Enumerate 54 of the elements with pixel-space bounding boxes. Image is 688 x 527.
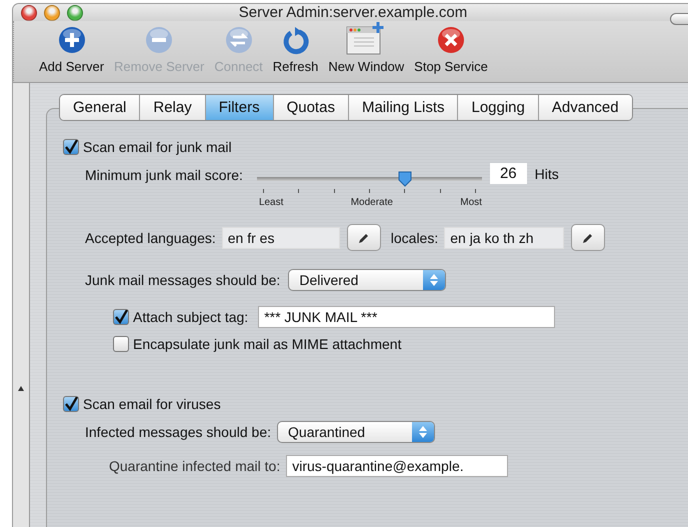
checkbox-label: Attach subject tag:: [133, 309, 248, 325]
tick-label: Most: [460, 197, 482, 208]
quarantine-label: Quarantine infected mail to:: [109, 458, 280, 474]
edit-button[interactable]: [571, 224, 606, 251]
languages-label: Accepted languages:: [85, 230, 216, 246]
score-label: Minimum junk mail score:: [85, 167, 243, 183]
stepper-icon: [412, 422, 434, 442]
collapse-icon[interactable]: [18, 386, 24, 391]
slider-thumb[interactable]: [398, 171, 412, 187]
unit-label: Hits: [534, 166, 559, 182]
disposition-popup[interactable]: Delivered: [288, 269, 446, 291]
tab[interactable]: General: [60, 95, 140, 120]
tab[interactable]: Relay: [140, 95, 206, 120]
new-window-icon: [346, 21, 386, 55]
refresh-icon: [280, 25, 311, 55]
tab[interactable]: Advanced: [538, 95, 632, 120]
tab[interactable]: Logging: [458, 95, 539, 120]
pencil-icon: [582, 232, 594, 244]
disposition-label: Junk mail messages should be:: [85, 272, 280, 288]
locales-label: locales:: [390, 230, 438, 246]
tab[interactable]: Filters: [206, 95, 274, 120]
window-title: Server Admin:server.example.com: [238, 4, 468, 21]
arrows-icon: [224, 25, 254, 55]
checkbox-label: Scan email for junk mail: [83, 139, 232, 155]
checkbox-label: Encapsulate junk mail as MIME attachment: [133, 336, 402, 352]
toolbar-button[interactable]: Stop Service: [414, 25, 488, 74]
close-icon[interactable]: [21, 4, 37, 20]
pencil-icon: [358, 232, 370, 244]
score-value: 26: [490, 163, 527, 184]
minus-icon: [144, 25, 174, 55]
zoom-icon[interactable]: [67, 4, 83, 20]
plus-icon: [56, 25, 87, 55]
subject-tag-field[interactable]: *** JUNK MAIL ***: [258, 306, 556, 328]
checkbox[interactable]: [63, 139, 79, 155]
quarantine-field[interactable]: virus-quarantine@example.: [286, 455, 508, 477]
checkbox[interactable]: [63, 396, 79, 412]
stepper-icon: [423, 270, 446, 290]
edit-button[interactable]: [346, 224, 381, 251]
locales-field[interactable]: en ja ko th zh: [444, 226, 564, 248]
checkbox[interactable]: [113, 336, 129, 352]
toolbar-button[interactable]: New Window: [328, 21, 404, 74]
checkbox[interactable]: [113, 309, 129, 325]
languages-field[interactable]: en fr es: [222, 226, 340, 248]
toolbar-button[interactable]: Add Server: [39, 25, 104, 74]
disposition-label: Infected messages should be:: [85, 424, 272, 440]
tick-label: Moderate: [350, 197, 393, 208]
checkbox-label: Scan email for viruses: [83, 396, 221, 412]
tab[interactable]: Mailing Lists: [348, 95, 458, 120]
disposition-popup[interactable]: Quarantined: [277, 421, 436, 443]
minimize-icon[interactable]: [44, 4, 60, 20]
tab[interactable]: Quotas: [274, 95, 349, 120]
tick-label: Least: [258, 197, 284, 208]
toolbar-button[interactable]: Refresh: [272, 25, 318, 74]
stop-icon: [436, 25, 466, 55]
